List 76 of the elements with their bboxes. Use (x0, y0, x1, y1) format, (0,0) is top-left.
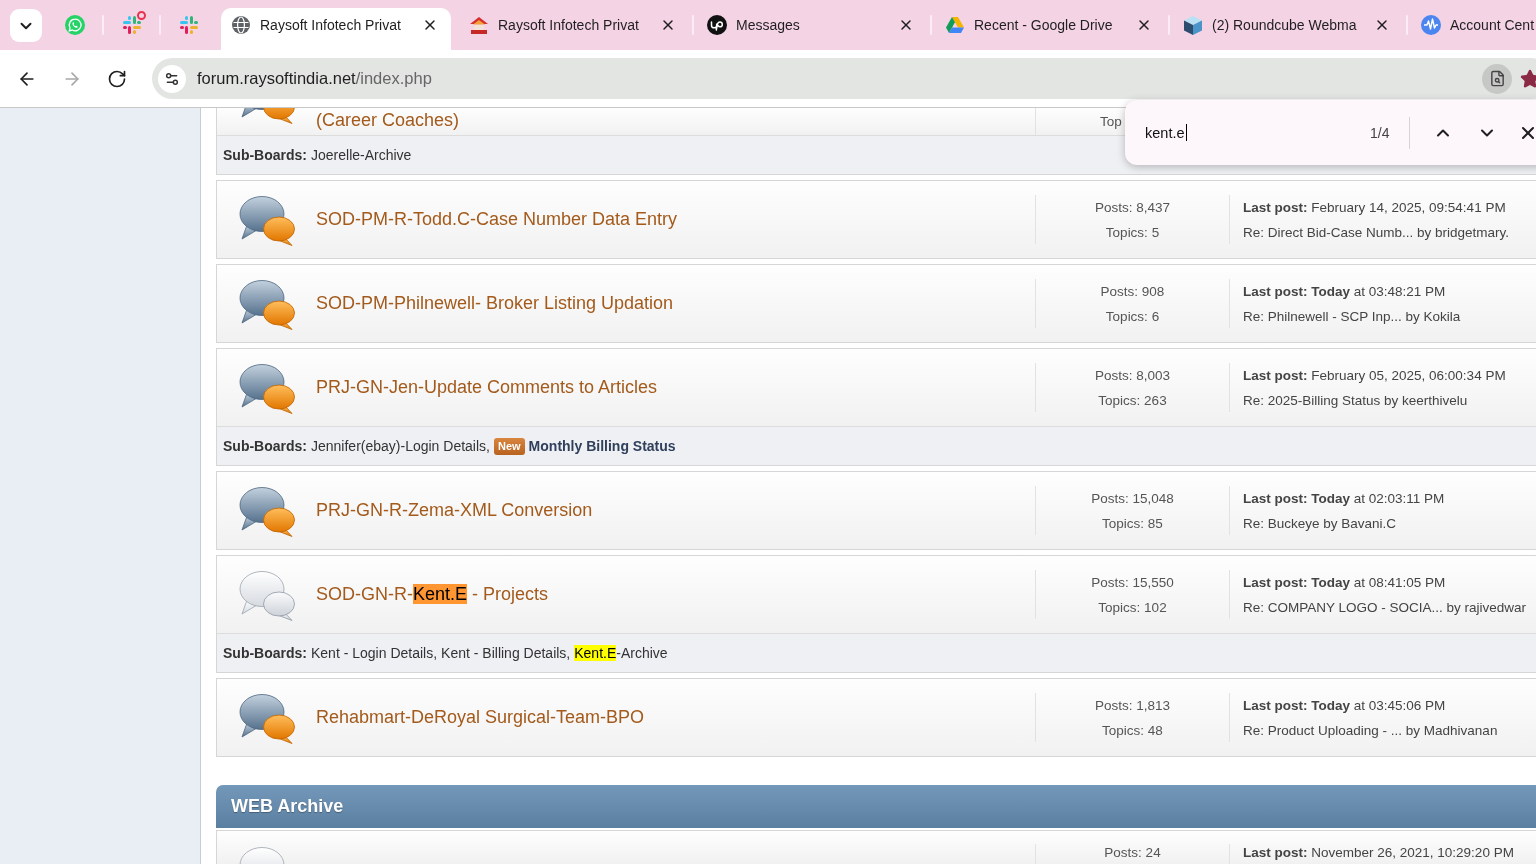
sub-boards-label: Sub-Boards: (223, 147, 307, 163)
hash-logo-icon (121, 15, 142, 35)
browser-tab[interactable]: Raysoft Infotech Privat (221, 8, 451, 50)
topics-count: Topics: 6 (1105, 307, 1160, 326)
address-bar[interactable]: forum.raysoftindia.net/index.php (152, 58, 1536, 99)
waveform-logo-icon (1421, 15, 1441, 35)
posts-count: Posts: 24 (1104, 844, 1161, 862)
url-text[interactable]: forum.raysoftindia.net/index.php (197, 69, 1482, 88)
last-post-info: Last post: November 26, 2021, 10:29:20 PM (1243, 844, 1514, 862)
reload-icon (107, 68, 127, 89)
close-icon (422, 17, 438, 33)
find-input[interactable]: kent.e (1145, 117, 1370, 148)
posts-count: Posts: 908 (1100, 282, 1165, 301)
board-title[interactable]: Rehabmart-DeRoyal Surgical-Team-BPO (316, 707, 645, 728)
close-icon (660, 17, 676, 33)
board-title[interactable]: SOD-PM-R-Todd.C-Case Number Data Entry (316, 209, 678, 230)
bookmark-star-icon[interactable] (1520, 68, 1536, 89)
topics-count: Topics: 102 (1098, 598, 1167, 617)
cube-icon (1183, 15, 1203, 35)
sub-boards-label: Sub-Boards: (223, 438, 307, 454)
board-title[interactable]: SOD-GN-R-Kent.E - Projects (316, 584, 549, 605)
last-post-info: Last post: Today at 03:45:06 PM (1243, 696, 1446, 715)
close-icon (1374, 17, 1390, 33)
sub-board-link[interactable]: Joerelle-Archive (311, 147, 412, 163)
sub-board-link[interactable]: Jennifer(ebay)-Login Details, (311, 438, 490, 454)
browser-tab[interactable]: Messages (697, 8, 927, 50)
browser-tab[interactable]: Recent - Google Drive (935, 8, 1165, 50)
board-title[interactable]: PRJ-GN-Jen-Update Comments to Articles (316, 377, 658, 398)
circle-logo-icon (707, 15, 727, 35)
page-search-button[interactable] (1482, 63, 1512, 94)
posts-count: Posts: 8,437 (1094, 198, 1171, 217)
topics-count: Topics: 85 (1102, 514, 1163, 533)
phone-bubble-icon (64, 15, 85, 35)
last-post-info: Last post: Today at 03:48:21 PM (1243, 282, 1446, 301)
sub-boards-label: Sub-Boards: (223, 645, 307, 661)
posts-count: Posts: 8,003 (1094, 366, 1171, 385)
topics-count: Topics: 263 (1098, 391, 1167, 410)
posts-count: Posts: 15,048 (1091, 489, 1174, 508)
posts-count: Posts: 1,813 (1094, 696, 1171, 715)
board-title[interactable]: PRJ-GN-R-Zema-XML Conversion (316, 500, 593, 521)
last-post-topic[interactable]: Re: Philnewell - SCP Inp... by Kokila (1243, 303, 1461, 329)
tab-list-button[interactable] (10, 9, 42, 42)
hash-logo-icon (178, 15, 199, 35)
globe-icon (232, 16, 250, 34)
new-badge: New (494, 437, 525, 455)
topics-count: Topics: 48 (1102, 721, 1163, 740)
document-search-icon (1488, 70, 1506, 87)
posts-count: Posts: 15,550 (1091, 573, 1174, 592)
category-header: WEB Archive (216, 785, 1536, 828)
board-title[interactable]: SOD-PM-Philnewell- Broker Listing Updation (316, 293, 674, 314)
triangle-logo-icon (946, 17, 964, 33)
topics-count: Topics: 5 (1105, 223, 1160, 242)
last-post-info: Last post: February 14, 2025, 09:54:41 PM (1243, 198, 1506, 217)
last-post-info: Last post: Today at 02:03:11 PM (1243, 489, 1445, 508)
match-count: 1/4 (1370, 124, 1390, 141)
sliders-icon (164, 70, 180, 87)
sub-board-link[interactable]: Kent - Login Details, (311, 645, 438, 661)
close-icon (898, 17, 914, 33)
last-post-topic[interactable]: Re: 2025-Billing Status by keerthivelu (1243, 387, 1468, 413)
sub-board-link[interactable]: Kent.E-Archive (574, 645, 668, 661)
site-info-button[interactable] (158, 64, 186, 93)
close-icon (1136, 17, 1152, 33)
topics-count: Top (1100, 113, 1122, 131)
sub-board-link[interactable]: Kent - Billing Details, (441, 645, 571, 661)
browser-tab[interactable]: Raysoft Infotech Privat (459, 8, 689, 50)
last-post-topic[interactable]: Re: Product Uploading - ... by Madhivanan (1243, 717, 1498, 743)
last-post-topic[interactable]: Re: COMPANY LOGO - SOCIA... by rajivedwar (1243, 594, 1527, 620)
browser-tab[interactable]: (2) Roundcube Webma (1173, 8, 1403, 50)
last-post-info: Last post: Today at 08:41:05 PM (1243, 573, 1446, 592)
last-post-topic[interactable]: Re: Buckeye by Bavani.C (1243, 510, 1397, 536)
roof-logo-icon (470, 16, 488, 34)
board-title[interactable]: (Career Coaches) (316, 110, 460, 131)
last-post-info: Last post: February 05, 2025, 06:00:34 PM (1243, 366, 1506, 385)
browser-tab[interactable]: Account Cent (1411, 8, 1536, 50)
last-post-topic[interactable]: Re: Direct Bid-Case Numb... by bridgetmary. (1243, 219, 1510, 245)
sub-board-link[interactable]: Monthly Billing Status (528, 438, 676, 454)
